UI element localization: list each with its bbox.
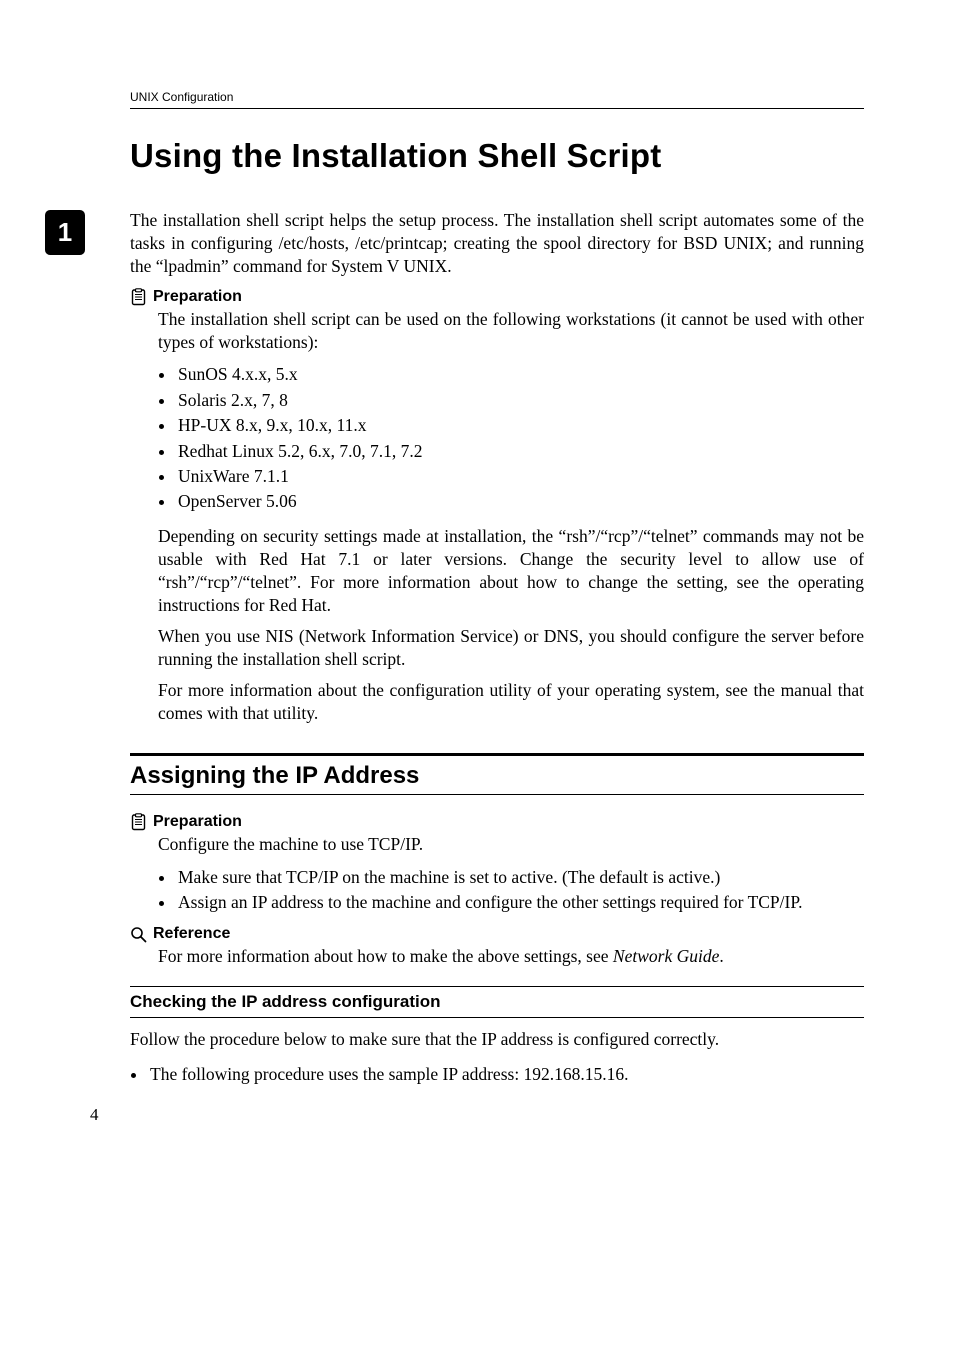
subsection-bullet-list: The following procedure uses the sample … xyxy=(130,1062,864,1087)
reference-text-italic: Network Guide xyxy=(613,946,719,966)
list-item: UnixWare 7.1.1 xyxy=(176,464,864,489)
reference-label: Reference xyxy=(153,925,230,943)
prep1-paragraph-4: For more information about the configura… xyxy=(158,679,864,725)
list-item: SunOS 4.x.x, 5.x xyxy=(176,362,864,387)
list-item: Assign an IP address to the machine and … xyxy=(176,890,864,915)
reference-text-a: For more information about how to make t… xyxy=(158,946,613,966)
clipboard-icon xyxy=(130,288,147,306)
prep1-bullet-list: SunOS 4.x.x, 5.x Solaris 2.x, 7, 8 HP-UX… xyxy=(158,362,864,514)
prep2-paragraph-1: Configure the machine to use TCP/IP. xyxy=(158,833,864,856)
list-item: OpenServer 5.06 xyxy=(176,489,864,514)
page-number: 4 xyxy=(90,1105,864,1125)
reference-text-b: . xyxy=(719,946,723,966)
clipboard-icon xyxy=(130,813,147,831)
preparation-heading-2: Preparation xyxy=(130,813,864,831)
subsection-heading-checking-ip: Checking the IP address configuration xyxy=(130,986,864,1018)
reference-heading: Reference xyxy=(130,925,864,943)
prep1-paragraph-1: The installation shell script can be use… xyxy=(158,308,864,354)
prep1-paragraph-2: Depending on security settings made at i… xyxy=(158,525,864,617)
preparation-label: Preparation xyxy=(153,288,242,306)
prep1-paragraph-3: When you use NIS (Network Information Se… xyxy=(158,625,864,671)
list-item: HP-UX 8.x, 9.x, 10.x, 11.x xyxy=(176,413,864,438)
page: UNIX Configuration 1 Using the Installat… xyxy=(0,0,954,1165)
intro-paragraph: The installation shell script helps the … xyxy=(130,209,864,278)
chapter-tab: 1 xyxy=(45,210,85,255)
section-heading-assigning-ip: Assigning the IP Address xyxy=(130,753,864,795)
list-item: Redhat Linux 5.2, 6.x, 7.0, 7.1, 7.2 xyxy=(176,439,864,464)
page-title: Using the Installation Shell Script xyxy=(130,137,864,175)
magnifier-icon xyxy=(130,926,147,943)
preparation-heading-1: Preparation xyxy=(130,288,864,306)
prep2-bullet-list: Make sure that TCP/IP on the machine is … xyxy=(158,865,864,916)
preparation-label: Preparation xyxy=(153,813,242,831)
reference-paragraph: For more information about how to make t… xyxy=(158,945,864,968)
running-header: UNIX Configuration xyxy=(130,90,864,109)
list-item: The following procedure uses the sample … xyxy=(148,1062,864,1087)
list-item: Solaris 2.x, 7, 8 xyxy=(176,388,864,413)
list-item: Make sure that TCP/IP on the machine is … xyxy=(176,865,864,890)
subsection-paragraph-1: Follow the procedure below to make sure … xyxy=(130,1028,864,1051)
